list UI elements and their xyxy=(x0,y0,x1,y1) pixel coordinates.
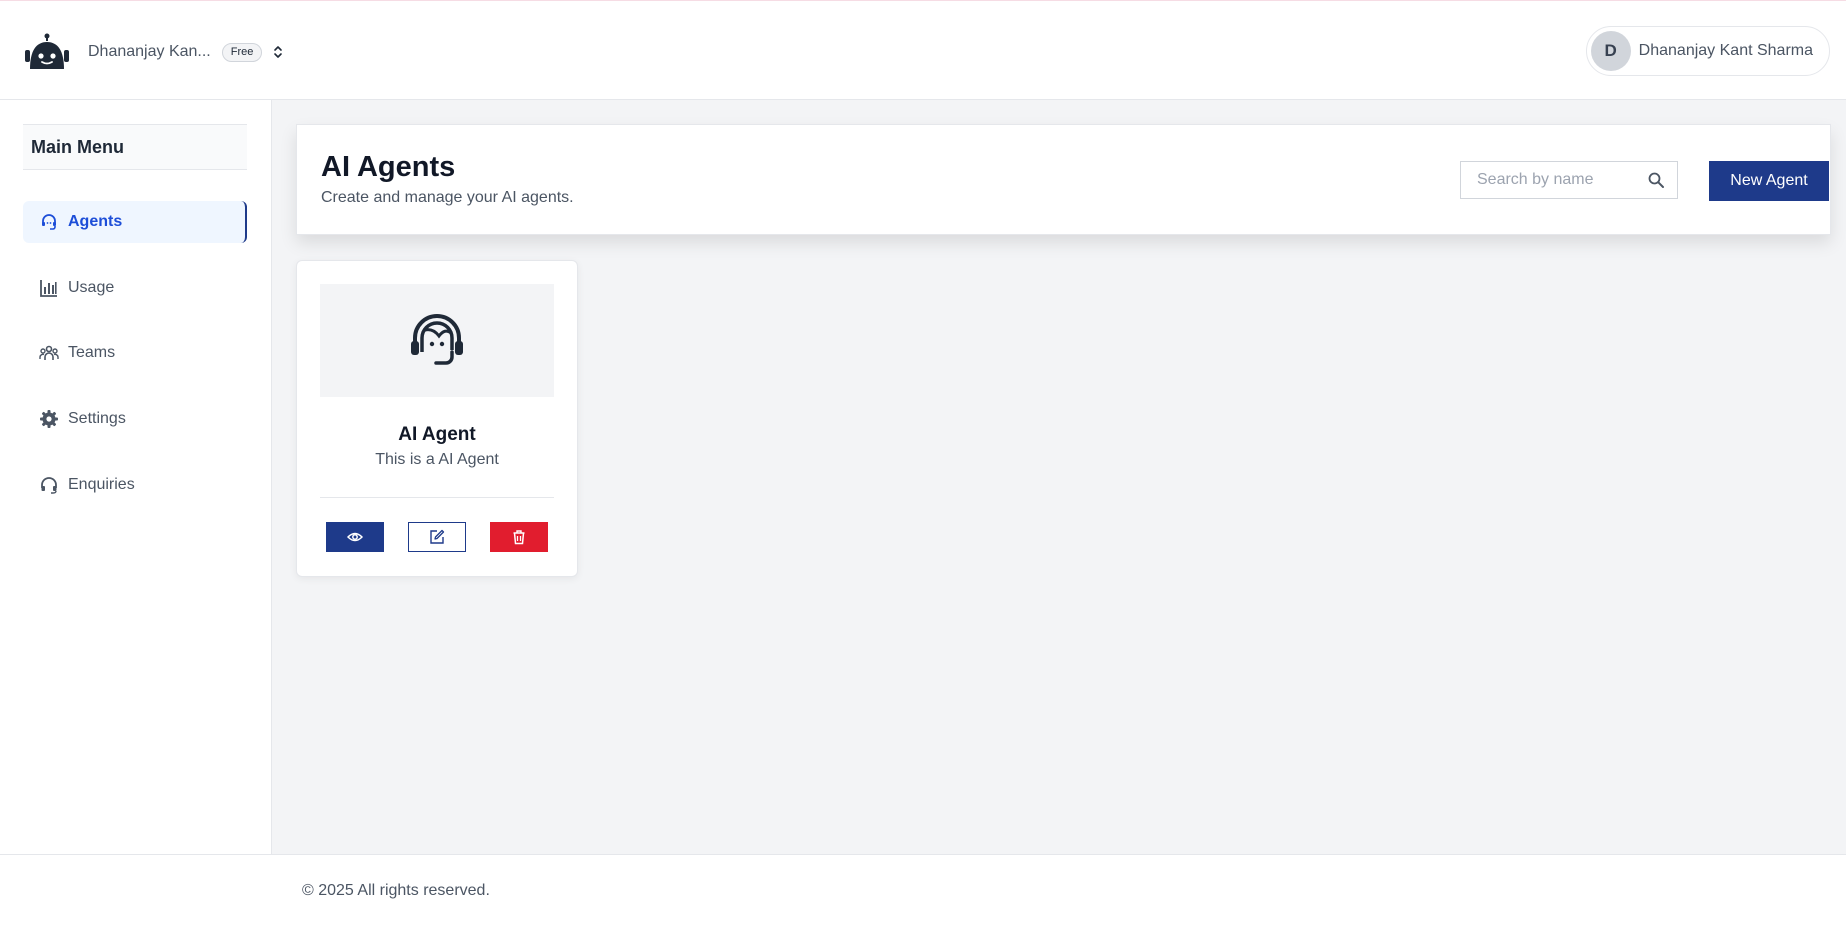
sidebar-title: Main Menu xyxy=(23,124,247,170)
search-icon[interactable] xyxy=(1647,171,1665,189)
delete-agent-button[interactable] xyxy=(490,522,548,552)
agent-name: AI Agent xyxy=(398,424,476,445)
sidebar-item-settings[interactable]: Settings xyxy=(23,398,247,440)
agent-description: This is a AI Agent xyxy=(375,451,499,468)
top-header: Dhananjay Kan... Free D Dhananjay Kant S… xyxy=(0,0,1846,100)
sidebar-item-label: Settings xyxy=(68,410,126,427)
page-subtitle: Create and manage your AI agents. xyxy=(321,189,574,206)
sidebar-item-label: Agents xyxy=(68,213,123,230)
search-box xyxy=(1460,161,1678,199)
main-content: AI Agents Create and manage your AI agen… xyxy=(272,100,1846,854)
bar-chart-icon xyxy=(40,280,57,297)
chevrons-up-down-icon[interactable] xyxy=(272,44,284,60)
agent-image xyxy=(320,284,554,397)
agent-card: AI Agent This is a AI Agent xyxy=(296,260,578,577)
sidebar-item-usage[interactable]: Usage xyxy=(23,267,247,309)
gear-icon xyxy=(40,410,58,428)
edit-icon xyxy=(430,529,445,544)
search-input[interactable] xyxy=(1461,162,1641,198)
sidebar-item-agents[interactable]: Agents xyxy=(23,201,247,243)
plan-badge: Free xyxy=(221,42,263,62)
edit-agent-button[interactable] xyxy=(408,522,466,552)
trash-icon xyxy=(513,530,525,545)
headphones-icon xyxy=(41,477,57,494)
avatar: D xyxy=(1590,31,1631,71)
sidebar-item-label: Usage xyxy=(68,279,115,296)
view-agent-button[interactable] xyxy=(326,522,384,552)
workspace-name: Dhananjay Kan... xyxy=(88,43,211,60)
page-title: AI Agents xyxy=(321,151,456,183)
new-agent-button[interactable]: New Agent xyxy=(1709,161,1829,201)
sidebar-item-label: Teams xyxy=(68,344,116,361)
eye-icon xyxy=(347,532,363,542)
user-menu-button[interactable]: D Dhananjay Kant Sharma xyxy=(1585,26,1830,76)
footer: © 2025 All rights reserved. xyxy=(0,854,1846,925)
users-icon xyxy=(39,345,59,360)
page-header: AI Agents Create and manage your AI agen… xyxy=(296,124,1831,235)
headset-icon xyxy=(42,214,56,230)
user-name: Dhananjay Kant Sharma xyxy=(1638,42,1813,59)
support-agent-icon xyxy=(411,313,463,365)
card-divider xyxy=(320,497,554,498)
sidebar-item-teams[interactable]: Teams xyxy=(23,332,247,374)
workspace-switcher[interactable]: Dhananjay Kan... Free xyxy=(22,33,284,71)
copyright-text: © 2025 All rights reserved. xyxy=(302,882,490,899)
robot-logo-icon xyxy=(25,33,69,69)
sidebar-item-label: Enquiries xyxy=(68,476,135,493)
sidebar: Main Menu Agents Usage Teams Settings En… xyxy=(0,100,272,854)
sidebar-item-enquiries[interactable]: Enquiries xyxy=(23,464,247,506)
